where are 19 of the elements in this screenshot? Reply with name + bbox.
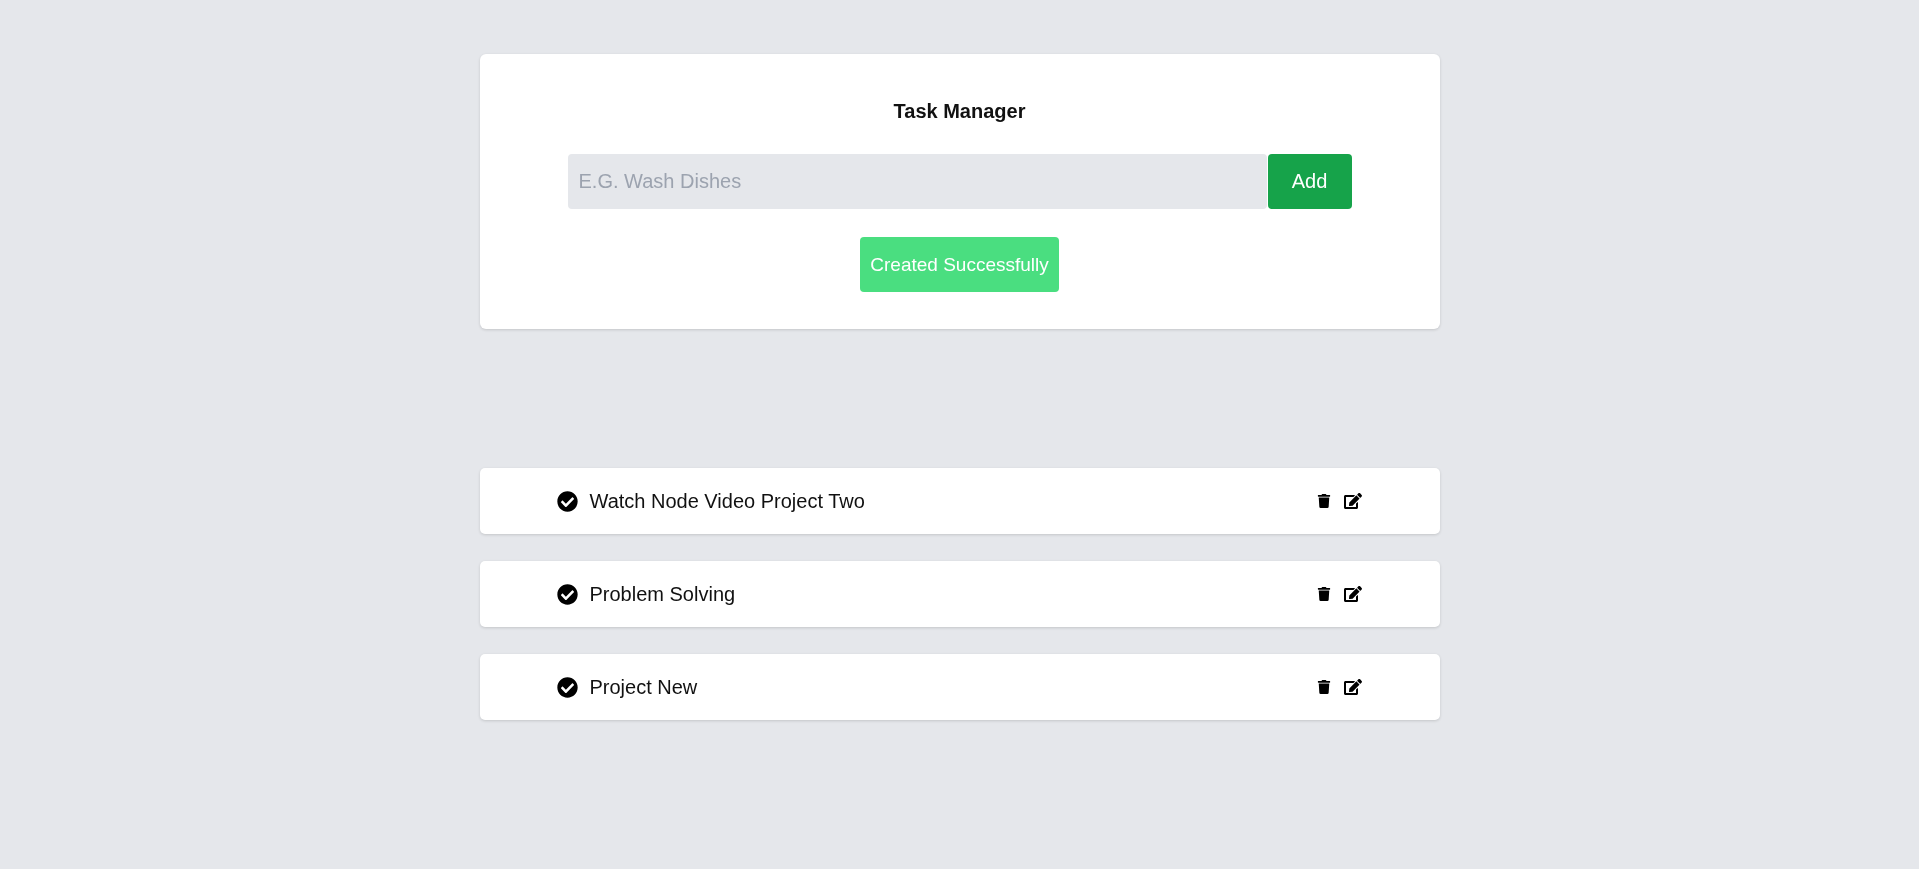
edit-icon <box>1343 585 1362 603</box>
trash-icon <box>1316 680 1331 694</box>
task-input-field[interactable]: E.G. Wash Dishes <box>567 154 1267 209</box>
app-title: Task Manager <box>893 99 1026 124</box>
add-button[interactable]: Add <box>1267 154 1352 209</box>
trash-icon <box>1316 587 1331 601</box>
edit-button[interactable] <box>1343 585 1362 603</box>
task-name: Project New <box>589 675 698 699</box>
edit-icon <box>1343 492 1362 510</box>
trash-icon <box>1316 494 1331 508</box>
delete-button[interactable] <box>1316 494 1331 508</box>
edit-button[interactable] <box>1343 678 1362 696</box>
edit-icon <box>1343 678 1362 696</box>
task-name: Problem Solving <box>589 582 736 606</box>
delete-button[interactable] <box>1316 680 1331 694</box>
task-name: Watch Node Video Project Two <box>589 489 865 513</box>
success-alert: Created Successfully <box>860 237 1059 292</box>
edit-button[interactable] <box>1343 492 1362 510</box>
delete-button[interactable] <box>1316 587 1331 601</box>
